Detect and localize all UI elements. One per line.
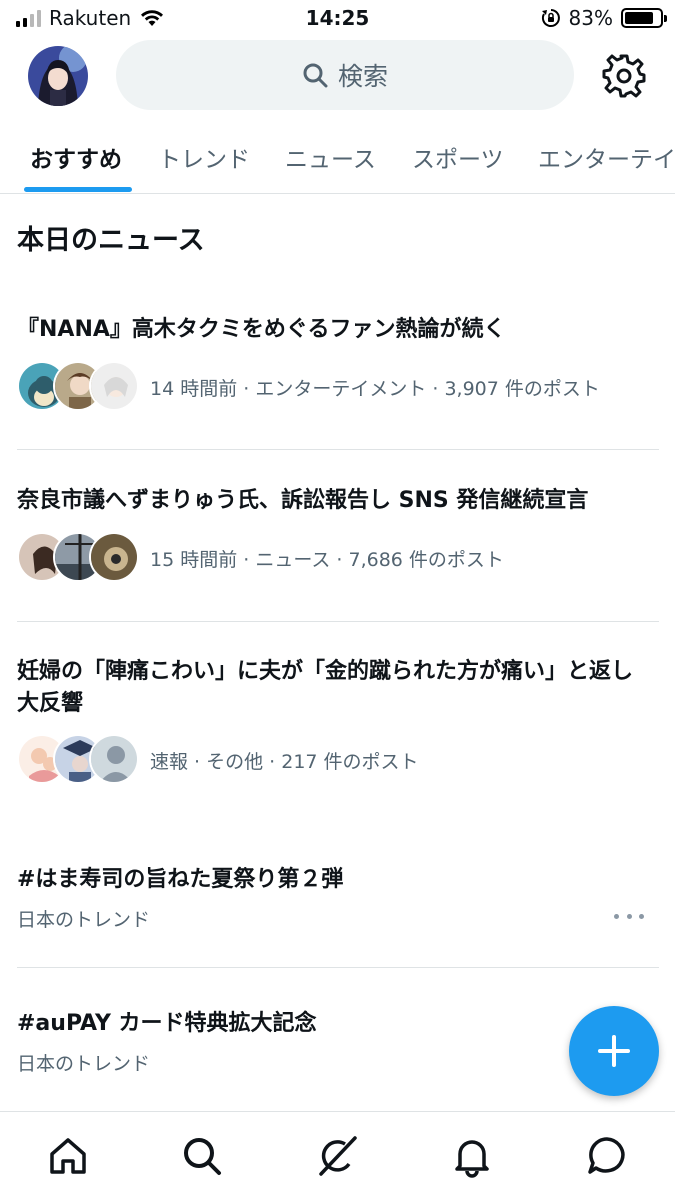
search-bar[interactable]: 検索 (116, 40, 574, 110)
home-icon[interactable] (46, 1134, 90, 1178)
chat-icon[interactable] (585, 1134, 629, 1178)
bottom-navigation (0, 1111, 675, 1200)
gear-icon[interactable] (602, 54, 646, 98)
divider (17, 449, 659, 450)
news-avatars (17, 532, 139, 582)
battery-info: 83% (541, 6, 667, 30)
grok-icon[interactable] (315, 1134, 359, 1178)
tab-recommended[interactable]: おすすめ (30, 140, 122, 174)
search-icon (303, 63, 328, 88)
news-item-title-line1[interactable]: 妊婦の「陣痛こわい」に夫が「金的蹴られた方が痛い」と返し (17, 654, 657, 690)
profile-avatar[interactable] (28, 46, 88, 106)
plus-icon (598, 1035, 630, 1067)
battery-percent: 83% (568, 6, 613, 30)
news-avatars (17, 734, 139, 784)
avatar (89, 532, 139, 582)
avatar (89, 361, 139, 411)
trend-subtitle: 日本のトレンド (17, 909, 151, 931)
more-options-icon[interactable] (614, 906, 644, 926)
section-title: 本日のニュース (17, 225, 205, 256)
trend-title[interactable]: #auPAY カード特典拡大記念 (17, 1005, 317, 1037)
active-tab-indicator (24, 187, 132, 192)
orientation-lock-icon (541, 9, 560, 27)
battery-icon (621, 8, 667, 28)
bell-icon[interactable] (450, 1134, 494, 1178)
news-item-title[interactable]: 奈良市議へずまりゅう氏、訴訟報告し SNS 発信継続宣言 (17, 483, 657, 519)
news-item-meta: 15 時間前 · ニュース · 7,686 件のポスト (150, 549, 504, 571)
divider (17, 967, 659, 968)
news-item-meta: 速報 · その他 · 217 件のポスト (150, 751, 419, 773)
tab-entertainment[interactable]: エンターテイ (538, 140, 675, 174)
avatar (89, 734, 139, 784)
news-avatars (17, 361, 139, 411)
tab-sports[interactable]: スポーツ (412, 140, 504, 174)
trend-title[interactable]: #はま寿司の旨ねた夏祭り第２弾 (17, 861, 343, 893)
news-item-title-line2[interactable]: 大反響 (17, 686, 657, 722)
search-placeholder: 検索 (337, 62, 388, 91)
trend-subtitle: 日本のトレンド (17, 1053, 151, 1075)
search-icon[interactable] (180, 1134, 224, 1178)
status-bar: Rakuten 14:25 83% (0, 0, 675, 38)
explore-tabs: おすすめ トレンド ニュース スポーツ エンターテイ (0, 128, 675, 194)
tab-trending[interactable]: トレンド (158, 140, 250, 174)
divider (17, 621, 659, 622)
news-item-meta: 14 時間前 · エンターテイメント · 3,907 件のポスト (150, 378, 600, 400)
tab-news[interactable]: ニュース (285, 140, 376, 174)
compose-button[interactable] (569, 1006, 659, 1096)
news-item-title[interactable]: 『NANA』高木タクミをめぐるファン熱論が続く (17, 312, 657, 348)
